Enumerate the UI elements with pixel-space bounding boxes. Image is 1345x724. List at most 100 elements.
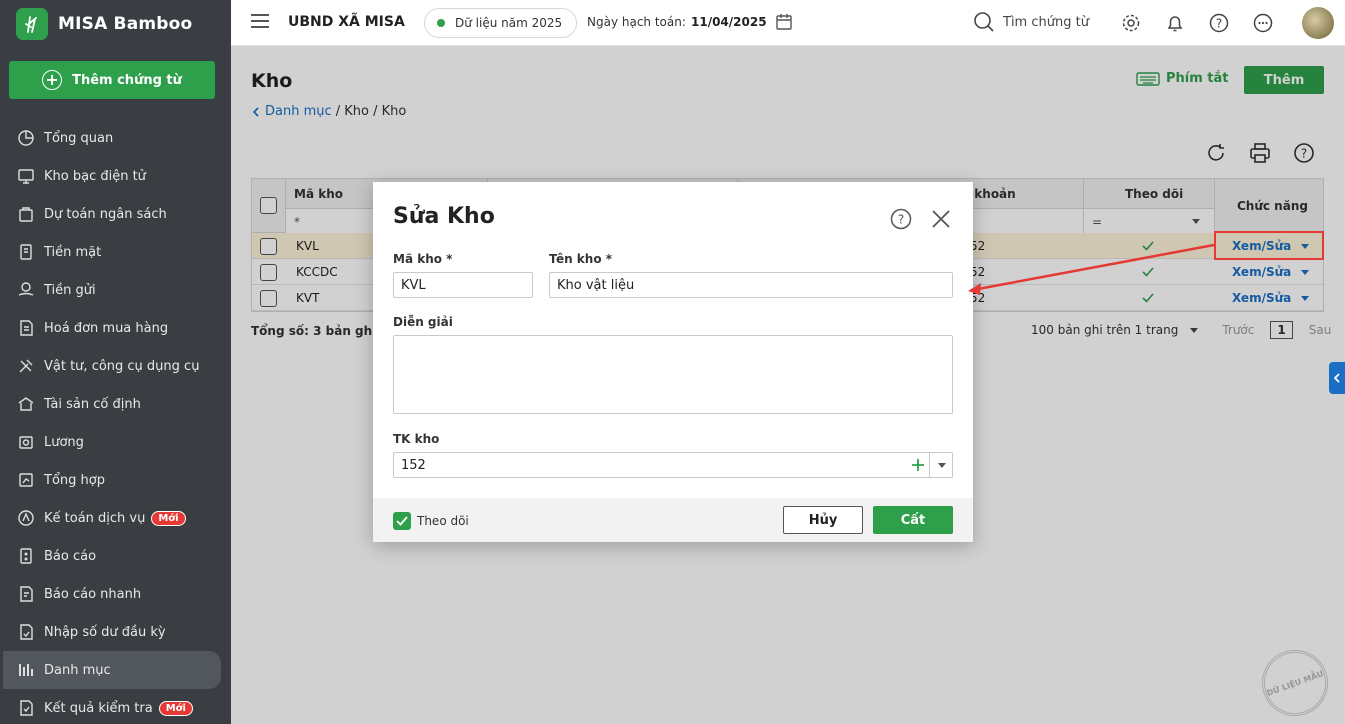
summary-icon	[16, 470, 36, 490]
sidebar-item-materials[interactable]: Vật tư, công cụ dụng cụ	[0, 347, 231, 385]
collapse-panel-button[interactable]	[1329, 362, 1345, 394]
opening-balance-icon	[16, 622, 36, 642]
monitor-icon	[16, 166, 36, 186]
sidebar-item-label: Tài sản cố định	[44, 396, 141, 412]
sidebar-item-check-results[interactable]: Kết quả kiểm tra Mới	[0, 689, 231, 724]
account-combobox[interactable]: 152	[393, 452, 953, 478]
sidebar-item-label: Tiền mặt	[44, 244, 102, 260]
annotation-highlight-box	[1214, 231, 1324, 260]
org-name: UBND XÃ MISA	[288, 14, 405, 30]
data-year-label: Dữ liệu năm 2025	[455, 16, 563, 30]
voucher-search[interactable]: Tìm chứng từ	[973, 11, 1089, 33]
sidebar-item-label: Lương	[44, 434, 84, 450]
sidebar-item-opening-balance[interactable]: Nhập số dư đầu kỳ	[0, 613, 231, 651]
sidebar-item-label: Danh mục	[44, 662, 111, 678]
description-textarea[interactable]	[393, 335, 953, 414]
help-icon[interactable]: ?	[1208, 12, 1230, 34]
new-badge: Mới	[151, 510, 186, 526]
chevron-left-icon	[1333, 373, 1340, 383]
sidebar-item-purchase-invoice[interactable]: Hoá đơn mua hàng	[0, 309, 231, 347]
sidebar-item-fixed-assets[interactable]: Tài sản cố định	[0, 385, 231, 423]
brand-name: MISA Bamboo	[58, 14, 193, 34]
top-bar: UBND XÃ MISA Dữ liệu năm 2025 Ngày hạch …	[231, 0, 1345, 46]
more-icon[interactable]	[1252, 12, 1274, 34]
invoice-icon	[16, 318, 36, 338]
track-label: Theo dõi	[417, 514, 469, 528]
sidebar-item-label: Kho bạc điện tử	[44, 168, 146, 184]
sidebar-item-catalog[interactable]: Danh mục	[3, 651, 221, 689]
bell-icon[interactable]	[1164, 12, 1186, 34]
dialog-title: Sửa Kho	[393, 204, 495, 229]
sidebar-item-label: Báo cáo	[44, 548, 97, 564]
sidebar: MISA Bamboo + Thêm chứng từ Tổng quan Kh…	[0, 0, 231, 724]
sidebar-item-budget[interactable]: Dự toán ngân sách	[0, 195, 231, 233]
pie-chart-icon	[16, 128, 36, 148]
calendar-icon[interactable]	[775, 13, 793, 35]
name-input[interactable]: Kho vật liệu	[549, 272, 953, 298]
new-badge: Mới	[158, 700, 193, 716]
add-voucher-button[interactable]: + Thêm chứng từ	[9, 61, 215, 99]
search-label: Tìm chứng từ	[1003, 14, 1089, 30]
sidebar-item-overview[interactable]: Tổng quan	[0, 119, 231, 157]
watermark-text: DỮ LIỆU MẪU	[1265, 668, 1325, 698]
brand[interactable]: MISA Bamboo	[16, 8, 192, 40]
sidebar-item-service-accounting[interactable]: Kế toán dịch vụ Mới	[0, 499, 231, 537]
sidebar-item-summary[interactable]: Tổng hợp	[0, 461, 231, 499]
sidebar-item-quick-reports[interactable]: Báo cáo nhanh	[0, 575, 231, 613]
quick-report-icon	[16, 584, 36, 604]
salary-icon	[16, 432, 36, 452]
sidebar-item-label: Kế toán dịch vụ	[44, 510, 146, 526]
menu-icon[interactable]	[251, 14, 269, 30]
deposit-icon	[16, 280, 36, 300]
account-value: 152	[401, 457, 426, 473]
help-icon[interactable]: ?	[890, 208, 912, 234]
sidebar-item-label: Hoá đơn mua hàng	[44, 320, 169, 336]
sidebar-nav: Tổng quan Kho bạc điện tử Dự toán ngân s…	[0, 119, 231, 724]
sidebar-item-label: Báo cáo nhanh	[44, 586, 142, 602]
close-icon[interactable]	[930, 208, 952, 234]
bamboo-logo-icon	[16, 8, 48, 40]
code-label: Mã kho *	[393, 252, 453, 266]
name-label: Tên kho *	[549, 252, 613, 266]
code-input[interactable]: KVL	[393, 272, 533, 298]
report-icon	[16, 546, 36, 566]
sidebar-item-cash[interactable]: Tiền mặt	[0, 233, 231, 271]
sidebar-item-salary[interactable]: Lương	[0, 423, 231, 461]
gear-icon[interactable]	[1120, 12, 1142, 34]
check-result-icon	[16, 698, 36, 718]
data-year-selector[interactable]: Dữ liệu năm 2025	[424, 8, 578, 38]
status-dot-icon	[437, 19, 445, 27]
search-icon	[974, 12, 994, 32]
plus-circle-icon: +	[42, 70, 63, 90]
budget-icon	[16, 204, 36, 224]
sidebar-item-label: Dự toán ngân sách	[44, 206, 167, 222]
sidebar-item-label: Nhập số dư đầu kỳ	[44, 624, 166, 640]
tools-icon	[16, 356, 36, 376]
sidebar-item-label: Vật tư, công cụ dụng cụ	[44, 358, 200, 374]
edit-warehouse-dialog: Sửa Kho ? Mã kho * KVL Tên kho * Kho vật…	[373, 182, 973, 542]
posting-date-value[interactable]: 11/04/2025	[691, 15, 767, 29]
save-button[interactable]: Cất	[873, 506, 953, 534]
sidebar-item-label: Tổng hợp	[44, 472, 105, 488]
description-label: Diễn giải	[393, 315, 453, 329]
plus-icon[interactable]	[910, 457, 926, 477]
account-label: TK kho	[393, 432, 440, 446]
add-voucher-label: Thêm chứng từ	[72, 72, 182, 88]
posting-date-label: Ngày hạch toán:	[587, 15, 686, 29]
service-icon	[16, 508, 36, 528]
cash-icon	[16, 242, 36, 262]
sidebar-item-label: Kết quả kiểm tra	[44, 700, 153, 716]
sidebar-item-deposit[interactable]: Tiền gửi	[0, 271, 231, 309]
checkbox-checked-icon	[393, 512, 411, 530]
track-checkbox[interactable]: Theo dõi	[393, 512, 469, 530]
asset-icon	[16, 394, 36, 414]
avatar[interactable]	[1302, 7, 1334, 39]
chevron-down-icon[interactable]	[929, 453, 953, 477]
sidebar-item-reports[interactable]: Báo cáo	[0, 537, 231, 575]
sidebar-item-e-treasury[interactable]: Kho bạc điện tử	[0, 157, 231, 195]
sidebar-item-label: Tổng quan	[44, 130, 114, 146]
svg-text:?: ?	[1216, 17, 1222, 31]
catalog-icon	[16, 660, 36, 680]
cancel-button[interactable]: Hủy	[783, 506, 863, 534]
svg-text:?: ?	[898, 213, 904, 227]
